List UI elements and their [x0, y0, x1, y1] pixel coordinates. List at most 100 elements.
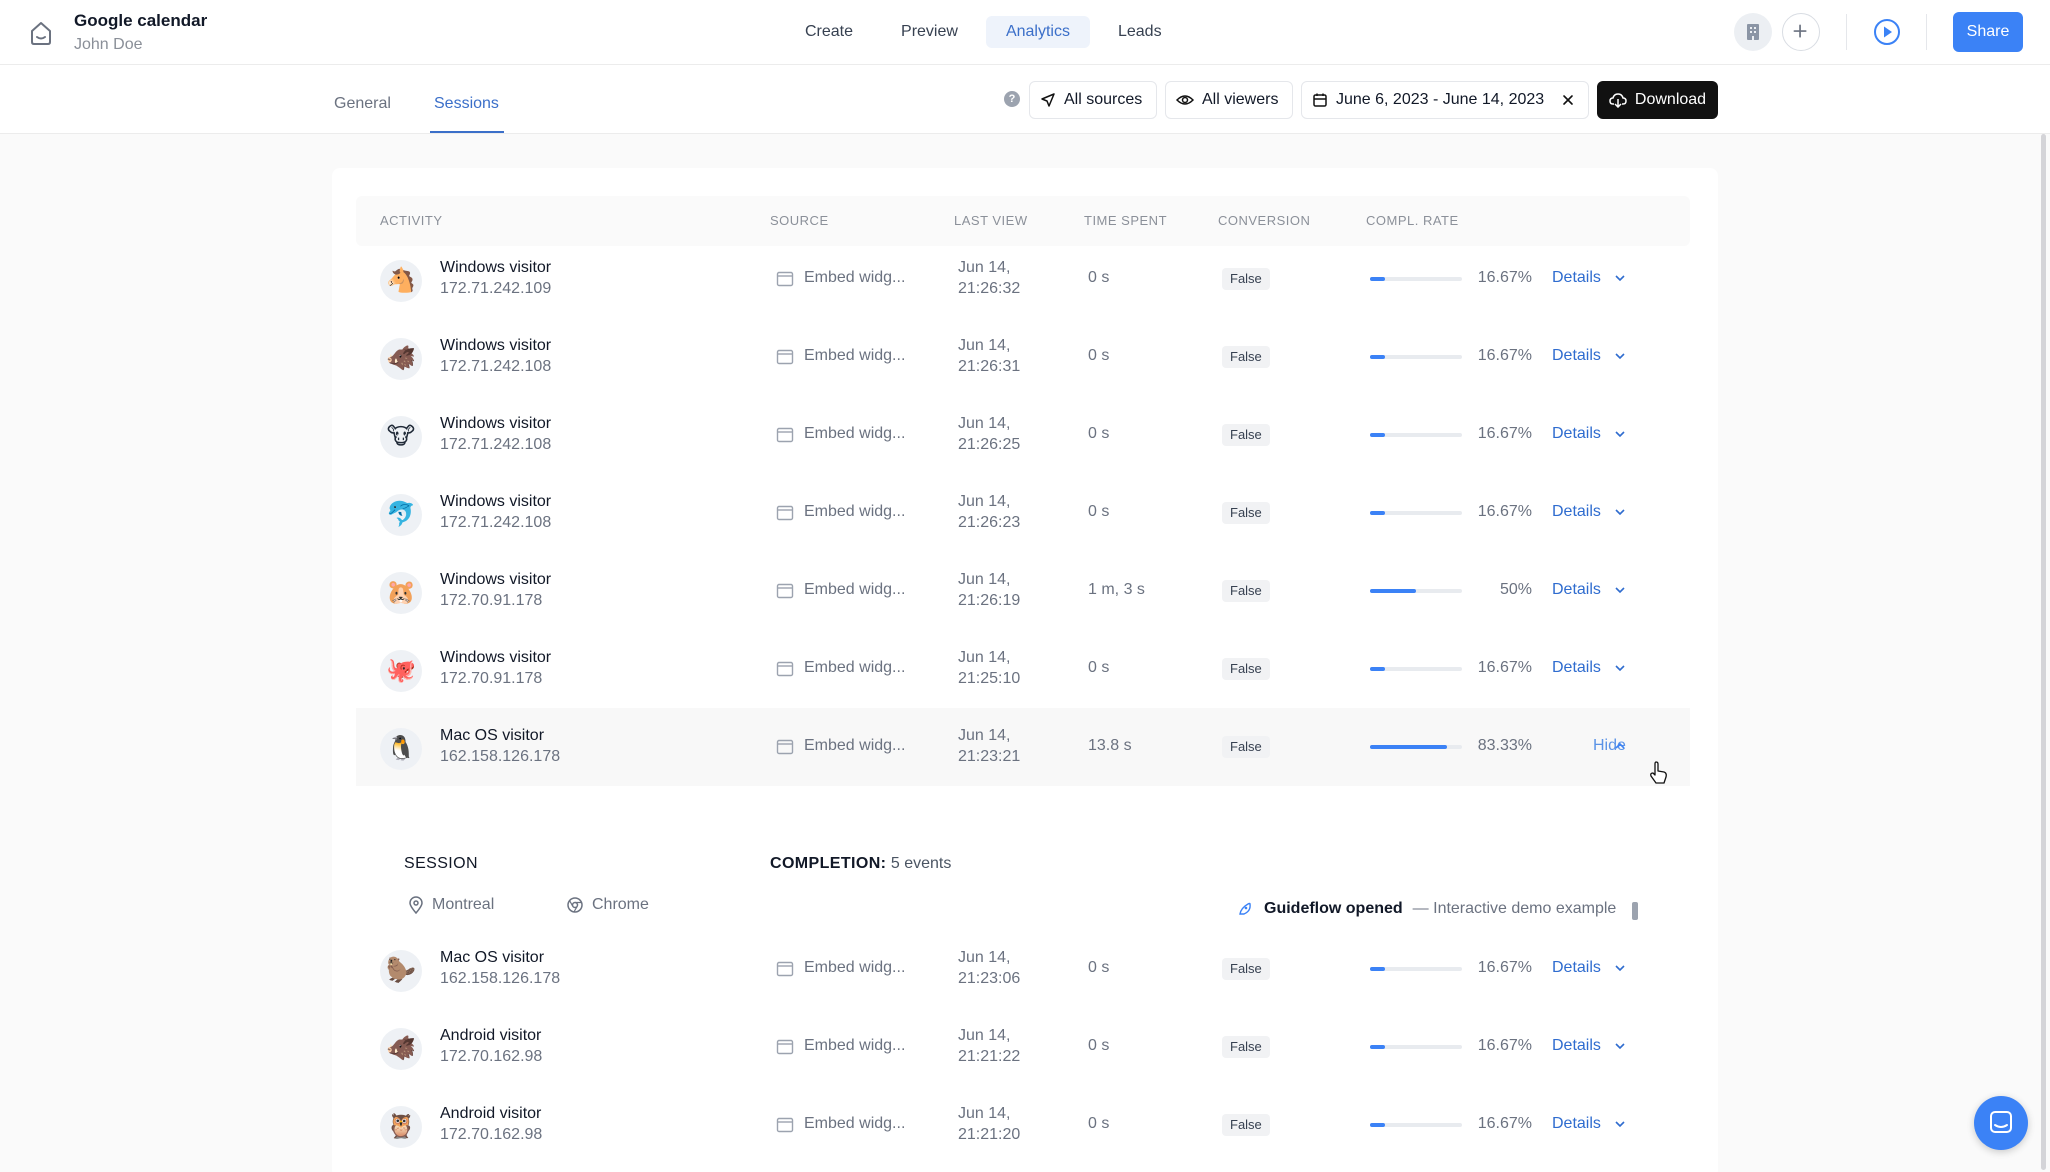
tab-preview[interactable]: Preview: [881, 16, 978, 48]
chevron-down-icon[interactable]: [1612, 960, 1628, 976]
time-spent: 0 s: [1088, 347, 1110, 364]
window-icon: [776, 271, 794, 287]
help-icon[interactable]: ?: [1004, 91, 1020, 107]
tab-create[interactable]: Create: [785, 16, 873, 48]
last-view-date: Jun 14,: [958, 571, 1011, 588]
details-link[interactable]: Details: [1552, 425, 1601, 443]
cloud-download-icon: [1609, 93, 1627, 108]
conversion-badge: False: [1222, 736, 1270, 758]
time-spent: 0 s: [1088, 659, 1110, 676]
visitor-avatar: 🦫: [380, 950, 422, 992]
play-button[interactable]: [1868, 13, 1906, 51]
table-row[interactable]: 🐗 Android visitor 172.70.162.98 Embed widg.…: [356, 1008, 1690, 1086]
details-link[interactable]: Details: [1552, 959, 1601, 977]
table-row[interactable]: 🐧 Mac OS visitor 162.158.126.178 Embed widg…: [356, 708, 1690, 786]
completion-progress-bar: [1370, 511, 1462, 515]
completion-rate: 16.67%: [1477, 659, 1532, 676]
table-header: ACTIVITY SOURCE LAST VIEW TIME SPENT CON…: [356, 196, 1690, 246]
page-scrollbar[interactable]: [2041, 134, 2046, 1170]
home-icon[interactable]: [26, 18, 56, 48]
chevron-down-icon[interactable]: [1612, 1038, 1628, 1054]
table-row[interactable]: 🦉 Android visitor 172.70.162.98 Embed widg.…: [356, 1086, 1690, 1164]
share-button[interactable]: Share: [1953, 12, 2023, 52]
session-title: SESSION: [404, 855, 478, 872]
table-row[interactable]: 🐙 Windows visitor 172.70.91.178 Embed widg.…: [356, 630, 1690, 708]
visitor-name: Windows visitor: [440, 493, 552, 510]
completion-label: COMPLETION:: [770, 855, 887, 872]
date-range-picker[interactable]: June 6, 2023 - June 14, 2023: [1301, 81, 1589, 119]
header-source: SOURCE: [770, 213, 829, 228]
last-view-date: Jun 14,: [958, 415, 1011, 432]
completion-rate: 16.67%: [1477, 1037, 1532, 1054]
details-link[interactable]: Details: [1552, 659, 1601, 677]
sources-filter[interactable]: All sources: [1029, 81, 1157, 119]
completion-info: COMPLETION: 5 events: [770, 855, 951, 873]
header-last-view: LAST VIEW: [954, 213, 1028, 228]
details-link[interactable]: Details: [1552, 503, 1601, 521]
last-view-time: 21:26:25: [958, 436, 1021, 453]
time-spent: 13.8 s: [1088, 737, 1132, 754]
table-row[interactable]: 🐗 Windows visitor 172.71.242.108 Embed widg…: [356, 318, 1690, 396]
completion-rate: 16.67%: [1477, 503, 1532, 520]
completion-progress-fill: [1370, 967, 1386, 971]
table-row[interactable]: 🐬 Windows visitor 172.71.242.108 Embed widg…: [356, 474, 1690, 552]
details-link[interactable]: Details: [1552, 269, 1601, 287]
tab-general[interactable]: General: [334, 95, 391, 113]
chevron-down-icon[interactable]: [1612, 426, 1628, 442]
chevron-down-icon[interactable]: [1612, 1116, 1628, 1132]
table-row[interactable]: 🐴 Windows visitor 172.71.242.109 Embed widg…: [356, 240, 1690, 318]
completion-progress-bar: [1370, 277, 1462, 281]
time-spent: 0 s: [1088, 959, 1110, 976]
details-link[interactable]: Details: [1552, 1115, 1601, 1133]
chevron-down-icon[interactable]: [1612, 504, 1628, 520]
source-label: Embed widg...: [804, 347, 906, 364]
chevron-up-icon[interactable]: [1612, 738, 1628, 754]
visitor-name: Android visitor: [440, 1105, 542, 1122]
download-label: Download: [1634, 91, 1707, 108]
table-row[interactable]: 🦫 Mac OS visitor 162.158.126.178 Embed widg…: [356, 930, 1690, 1008]
visitor-avatar: 🐴: [380, 260, 422, 302]
conversion-badge: False: [1222, 346, 1270, 368]
workspace-button[interactable]: [1734, 13, 1772, 51]
building-icon: [1747, 24, 1759, 40]
chat-button[interactable]: [1974, 1096, 2028, 1150]
last-view-time: 21:25:10: [958, 670, 1021, 687]
add-button[interactable]: [1782, 13, 1820, 51]
clear-icon[interactable]: [1562, 94, 1574, 106]
project-title: Google calendar: [74, 11, 208, 30]
location-pin-icon: [409, 896, 423, 914]
source-label: Embed widg...: [804, 1115, 906, 1132]
header-time-spent: TIME SPENT: [1084, 213, 1168, 228]
window-icon: [776, 583, 794, 599]
last-view-date: Jun 14,: [958, 727, 1011, 744]
visitor-ip: 172.70.162.98: [440, 1048, 543, 1065]
last-view-date: Jun 14,: [958, 1027, 1011, 1044]
chevron-down-icon[interactable]: [1612, 660, 1628, 676]
tab-analytics[interactable]: Analytics: [985, 16, 1090, 48]
tab-sessions[interactable]: Sessions: [434, 95, 499, 113]
last-view-date: Jun 14,: [958, 949, 1011, 966]
visitor-name: Mac OS visitor: [440, 949, 545, 966]
completion-progress-fill: [1370, 667, 1386, 671]
chevron-down-icon[interactable]: [1612, 348, 1628, 364]
last-view-time: 21:26:31: [958, 358, 1021, 375]
sources-filter-label: All sources: [1064, 91, 1143, 108]
details-link[interactable]: Details: [1552, 581, 1601, 599]
chevron-down-icon[interactable]: [1612, 582, 1628, 598]
table-row[interactable]: 🐹 Windows visitor 172.70.91.178 Embed widg.…: [356, 552, 1690, 630]
tab-leads[interactable]: Leads: [1098, 16, 1182, 48]
visitor-name: Windows visitor: [440, 259, 552, 276]
download-button[interactable]: Download: [1597, 81, 1718, 119]
details-link[interactable]: Details: [1552, 347, 1601, 365]
completion-progress-fill: [1370, 1045, 1386, 1049]
table-row[interactable]: 🐮 Windows visitor 172.71.242.108 Embed widg…: [356, 396, 1690, 474]
conversion-badge: False: [1222, 958, 1270, 980]
last-view-time: 21:21:20: [958, 1126, 1021, 1143]
details-link[interactable]: Details: [1552, 1037, 1601, 1055]
visitor-ip: 162.158.126.178: [440, 970, 561, 987]
chrome-icon: [567, 897, 583, 913]
completion-rate: 16.67%: [1477, 959, 1532, 976]
chevron-down-icon[interactable]: [1612, 270, 1628, 286]
event-scrollbar[interactable]: [1632, 902, 1638, 920]
viewers-filter[interactable]: All viewers: [1165, 81, 1293, 119]
